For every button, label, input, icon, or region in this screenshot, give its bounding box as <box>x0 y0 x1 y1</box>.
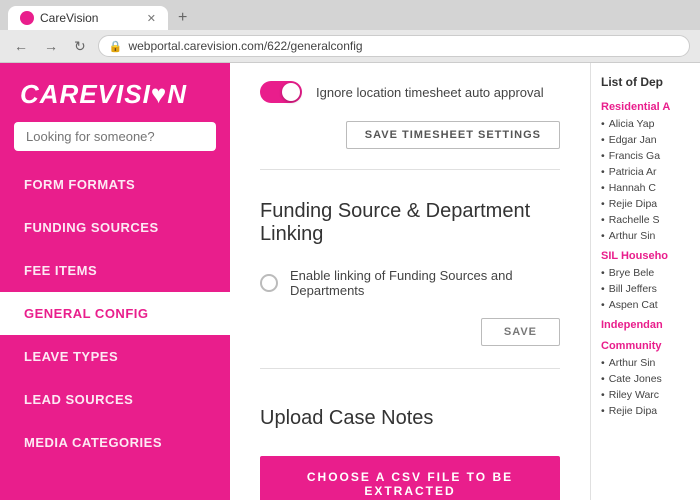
browser-chrome: CareVision ✕ + ← → ↻ 🔒 webportal.carevis… <box>0 0 700 63</box>
sidebar-item-funding-sources[interactable]: FUNDING SOURCES <box>0 206 230 249</box>
list-item: Patricia Ar <box>591 164 700 180</box>
list-item: Cate Jones <box>591 371 700 387</box>
list-item: Rejie Dipa <box>591 403 700 419</box>
upload-section: Upload Case Notes CHOOSE A CSV FILE TO B… <box>260 381 560 500</box>
logo-text: CAREVISI♥N <box>20 79 210 110</box>
list-item: Bill Jeffers <box>591 281 700 297</box>
save-funding-container: SAVE <box>260 308 560 356</box>
section-divider-2 <box>260 368 560 369</box>
sidebar-item-lead-sources[interactable]: LEAD SOURCES <box>0 378 230 421</box>
sidebar-search[interactable] <box>14 122 216 151</box>
dept-section-independent: Independan <box>591 313 700 334</box>
dept-section-sil: SIL Househo <box>591 244 700 265</box>
new-tab-button[interactable]: + <box>172 9 193 27</box>
funding-section-title: Funding Source & Department Linking <box>260 182 560 258</box>
list-item: Edgar Jan <box>591 132 700 148</box>
search-input[interactable] <box>14 122 216 151</box>
dept-section-community: Community <box>591 334 700 355</box>
lock-icon: 🔒 <box>109 40 123 53</box>
sidebar-item-general-config[interactable]: GENERAL CONFIG <box>0 292 230 335</box>
list-item: Hannah C <box>591 180 700 196</box>
list-item: Riley Warc <box>591 387 700 403</box>
sidebar-item-leave-types[interactable]: LEAVE TYPES <box>0 335 230 378</box>
list-item: Francis Ga <box>591 148 700 164</box>
browser-tab[interactable]: CareVision ✕ <box>8 6 168 30</box>
sidebar: CAREVISI♥N FORM FORMATS FUNDING SOURCES … <box>0 63 230 500</box>
url-text: webportal.carevision.com/622/generalconf… <box>128 39 362 53</box>
sidebar-item-fee-items[interactable]: FEE ITEMS <box>0 249 230 292</box>
toggle-knob <box>282 83 300 101</box>
list-item: Aspen Cat <box>591 297 700 313</box>
address-bar: ← → ↻ 🔒 webportal.carevision.com/622/gen… <box>0 30 700 62</box>
funding-checkbox[interactable] <box>260 274 278 292</box>
save-timesheet-container: SAVE TIMESHEET SETTINGS <box>260 113 560 157</box>
save-funding-button[interactable]: SAVE <box>481 318 560 346</box>
tab-bar: CareVision ✕ + <box>0 0 700 30</box>
upload-section-title: Upload Case Notes <box>260 389 560 442</box>
dept-panel-title: List of Dep <box>591 71 700 95</box>
sidebar-item-media-categories[interactable]: MEDIA CATEGORIES <box>0 421 230 464</box>
tab-favicon <box>20 11 34 25</box>
toggle-label: Ignore location timesheet auto approval <box>316 85 544 100</box>
tab-title: CareVision <box>40 11 98 25</box>
back-button[interactable]: ← <box>10 36 32 56</box>
section-divider-1 <box>260 169 560 170</box>
list-item: Arthur Sin <box>591 228 700 244</box>
list-item: Rejie Dipa <box>591 196 700 212</box>
sidebar-nav: FORM FORMATS FUNDING SOURCES FEE ITEMS G… <box>0 163 230 500</box>
funding-checkbox-row: Enable linking of Funding Sources and De… <box>260 258 560 308</box>
dept-panel: List of Dep Residential A Alicia Yap Edg… <box>590 63 700 500</box>
forward-button[interactable]: → <box>40 36 62 56</box>
refresh-button[interactable]: ↻ <box>70 36 90 57</box>
list-item: Alicia Yap <box>591 116 700 132</box>
list-item: Brye Bele <box>591 265 700 281</box>
sidebar-item-form-formats[interactable]: FORM FORMATS <box>0 163 230 206</box>
sidebar-logo: CAREVISI♥N <box>0 63 230 122</box>
main-content: Ignore location timesheet auto approval … <box>230 63 590 500</box>
toggle-switch[interactable] <box>260 81 302 103</box>
csv-upload-button[interactable]: CHOOSE A CSV FILE TO BE EXTRACTED <box>260 456 560 500</box>
url-bar[interactable]: 🔒 webportal.carevision.com/622/generalco… <box>98 35 690 57</box>
tab-close-icon[interactable]: ✕ <box>147 12 156 25</box>
list-item: Rachelle S <box>591 212 700 228</box>
list-item: Arthur Sin <box>591 355 700 371</box>
dept-section-residential: Residential A <box>591 95 700 116</box>
save-timesheet-button[interactable]: SAVE TIMESHEET SETTINGS <box>346 121 560 149</box>
app-body: CAREVISI♥N FORM FORMATS FUNDING SOURCES … <box>0 63 700 500</box>
toggle-row: Ignore location timesheet auto approval <box>260 63 560 113</box>
funding-checkbox-label: Enable linking of Funding Sources and De… <box>290 268 560 298</box>
